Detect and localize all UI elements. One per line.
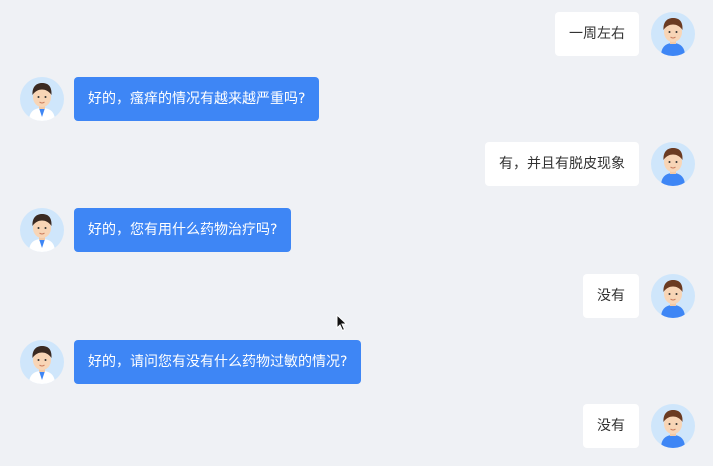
doctor-message-bubble: 好的，请问您有没有什么药物过敏的情况? [74,340,362,384]
mouse-cursor-icon [336,313,348,332]
patient-message-bubble: 没有 [583,404,639,448]
chat-conversation: 一周左右 好的，瘙痒的情况有越来越严重吗? 有，并且有脱皮现象 好的，您有用什么… [0,0,713,466]
patient-avatar-icon [651,404,695,448]
doctor-message: 好的，请问您有没有什么药物过敏的情况? [20,340,362,384]
doctor-avatar-icon [20,208,64,252]
doctor-message: 好的，您有用什么药物治疗吗? [20,208,292,252]
patient-message-bubble: 没有 [583,274,639,318]
patient-message-bubble: 一周左右 [555,12,639,56]
doctor-message-bubble: 好的，瘙痒的情况有越来越严重吗? [74,77,320,121]
doctor-message: 好的，瘙痒的情况有越来越严重吗? [20,77,320,121]
doctor-message-bubble: 好的，您有用什么药物治疗吗? [74,208,292,252]
patient-message: 有，并且有脱皮现象 [485,142,695,186]
patient-avatar-icon [651,142,695,186]
patient-message: 没有 [583,404,695,448]
patient-avatar-icon [651,12,695,56]
patient-message: 没有 [583,274,695,318]
patient-message-bubble: 有，并且有脱皮现象 [485,142,639,186]
doctor-avatar-icon [20,77,64,121]
doctor-avatar-icon [20,340,64,384]
patient-avatar-icon [651,274,695,318]
patient-message: 一周左右 [555,12,695,56]
